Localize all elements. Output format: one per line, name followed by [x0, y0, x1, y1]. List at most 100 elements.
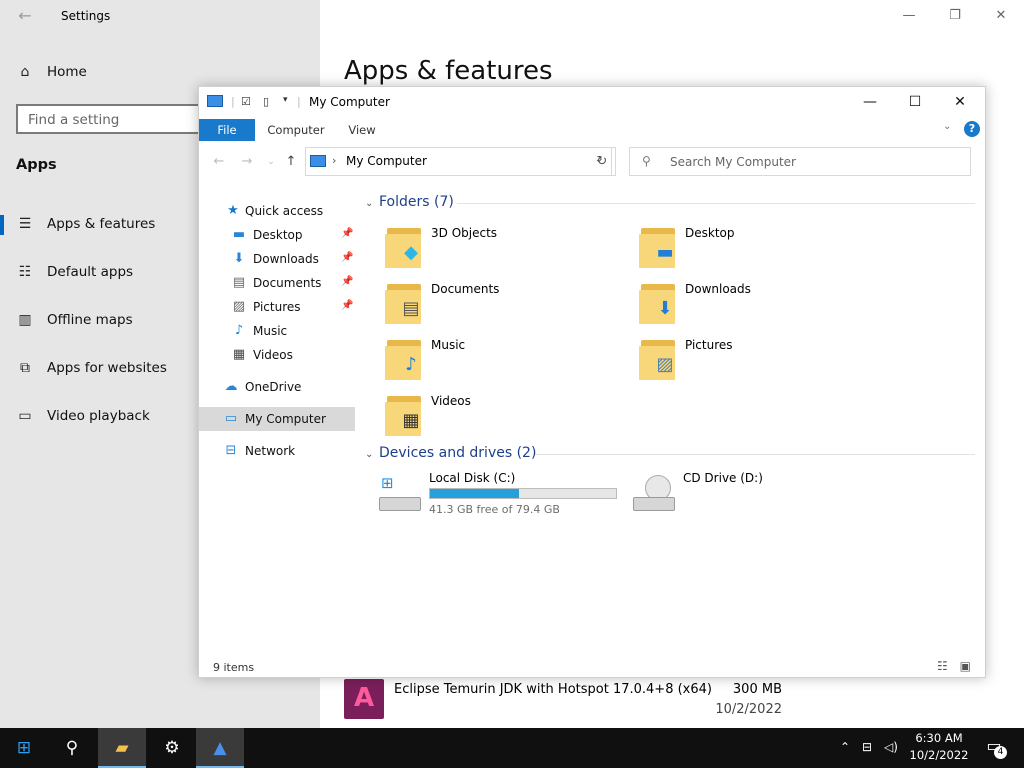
- home-label: Home: [47, 64, 87, 80]
- computer-icon: ▭: [224, 411, 238, 426]
- app-name: Eclipse Temurin JDK with Hotspot 17.0.4+…: [394, 682, 712, 697]
- expand-ribbon-chevron-icon[interactable]: ⌄: [943, 121, 951, 132]
- document-icon: ▤: [232, 275, 246, 290]
- tab-file[interactable]: File: [199, 119, 255, 141]
- default-apps-icon: ☷: [18, 264, 32, 280]
- details-view-icon[interactable]: ☷: [937, 659, 948, 673]
- folder-videos[interactable]: ▦ Videos: [385, 392, 625, 444]
- nav-label: OneDrive: [245, 380, 302, 394]
- folder-desktop[interactable]: ▬ Desktop: [639, 224, 879, 276]
- tab-view[interactable]: View: [339, 119, 385, 141]
- properties-icon[interactable]: ☑: [241, 95, 251, 111]
- refresh-button[interactable]: ↻: [589, 147, 616, 176]
- nav-videos[interactable]: ▦ Videos: [199, 343, 355, 367]
- pin-icon[interactable]: 📌: [341, 300, 353, 311]
- nav-label: Documents: [253, 276, 322, 290]
- folder-label: Desktop: [685, 226, 735, 240]
- start-windows-icon[interactable]: ⊞: [0, 728, 48, 768]
- recent-locations-icon[interactable]: ⌄: [261, 151, 281, 173]
- nav-label: Quick access: [245, 204, 324, 218]
- large-icons-view-icon[interactable]: ▣: [960, 659, 971, 673]
- nav-label: Desktop: [253, 228, 303, 242]
- nav-pictures[interactable]: ▨ Pictures 📌: [199, 295, 355, 319]
- pin-icon[interactable]: 📌: [341, 252, 353, 263]
- nav-quick-access[interactable]: ★ Quick access: [199, 199, 355, 223]
- 3d-objects-folder-icon: ◆: [385, 224, 425, 270]
- breadcrumb-chevron-icon[interactable]: ›: [332, 154, 336, 167]
- drives-group-header[interactable]: ⌄ Devices and drives (2): [365, 445, 536, 461]
- maximize-button[interactable]: ☐: [892, 87, 938, 117]
- settings-gear-icon[interactable]: ⚙: [148, 728, 196, 768]
- help-icon[interactable]: ?: [964, 121, 980, 137]
- folder-label: Downloads: [685, 282, 751, 296]
- volume-icon[interactable]: ◁): [884, 740, 898, 754]
- new-folder-icon[interactable]: ▯: [263, 95, 269, 111]
- toolbar-separator: |: [297, 95, 301, 108]
- back-arrow-icon[interactable]: ←: [14, 5, 36, 27]
- search-icon[interactable]: ⚲: [48, 728, 96, 768]
- network-icon: ⊟: [225, 443, 237, 458]
- drive-usage-bar: [429, 488, 617, 499]
- drive-local-disk-c[interactable]: ⊞ Local Disk (C:) 41.3 GB free of 79.4 G…: [379, 471, 629, 523]
- folder-music[interactable]: ♪ Music: [385, 336, 625, 388]
- nav-my-computer[interactable]: ▭ My Computer: [199, 407, 355, 431]
- app-list-item[interactable]: A Eclipse Temurin JDK with Hotspot 17.0.…: [344, 678, 784, 720]
- chevron-down-icon: ⌄: [365, 449, 374, 460]
- network-icon[interactable]: ⊟: [862, 740, 872, 754]
- close-button[interactable]: ✕: [978, 0, 1024, 32]
- app-sail-icon[interactable]: ▲: [196, 728, 244, 768]
- ribbon-tabs: File Computer View: [199, 119, 985, 141]
- clock-date[interactable]: 10/2/2022: [904, 748, 974, 762]
- computer-icon: [207, 95, 223, 107]
- close-button[interactable]: ✕: [937, 87, 983, 117]
- nav-music[interactable]: ♪ Music: [199, 319, 355, 343]
- chevron-up-icon[interactable]: ⌃: [840, 740, 850, 754]
- back-button[interactable]: ←: [209, 151, 229, 173]
- restore-button[interactable]: ❐: [932, 0, 978, 32]
- clock-time[interactable]: 6:30 AM: [904, 731, 974, 745]
- folder-pictures[interactable]: ▨ Pictures: [639, 336, 879, 388]
- file-explorer-folder-icon[interactable]: ▰: [98, 728, 146, 768]
- drive-cd-d[interactable]: CD Drive (D:): [633, 471, 883, 523]
- folder-documents[interactable]: ▤ Documents: [385, 280, 625, 332]
- pictures-icon: ▨: [232, 299, 246, 314]
- section-heading: Apps: [16, 157, 57, 173]
- windows-drive-icon: ⊞: [379, 475, 423, 515]
- customize-toolbar-icon[interactable]: ▾: [283, 95, 288, 111]
- nav-network[interactable]: ⊟ Network: [199, 439, 355, 463]
- up-button[interactable]: ↑: [281, 151, 301, 173]
- nav-label: My Computer: [245, 412, 326, 426]
- folders-group-header[interactable]: ⌄ Folders (7): [365, 194, 454, 210]
- minimize-button[interactable]: —: [886, 0, 932, 32]
- folder-downloads[interactable]: ⬇ Downloads: [639, 280, 879, 332]
- music-icon: ♪: [234, 323, 244, 338]
- window-title: My Computer: [309, 95, 390, 109]
- cd-drive-icon: [633, 475, 677, 515]
- film-icon: ▦: [232, 347, 246, 362]
- nav-label: Music: [253, 324, 288, 338]
- nav-desktop[interactable]: ▬ Desktop 📌: [199, 223, 355, 247]
- app-size: 300 MB: [732, 682, 782, 697]
- address-bar[interactable]: › My Computer ⌄: [305, 147, 612, 176]
- group-title: Devices and drives (2): [379, 445, 537, 461]
- nav-onedrive[interactable]: ☁ OneDrive: [199, 375, 355, 399]
- notification-badge: 4: [994, 746, 1007, 759]
- minimize-button[interactable]: —: [847, 87, 893, 117]
- folder-3d-objects[interactable]: ◆ 3D Objects: [385, 224, 625, 276]
- nav-downloads[interactable]: ⬇ Downloads 📌: [199, 247, 355, 271]
- folder-label: Videos: [431, 394, 471, 408]
- settings-title: Settings: [61, 9, 111, 23]
- tab-computer[interactable]: Computer: [261, 119, 331, 141]
- download-icon: ⬇: [233, 251, 245, 266]
- address-text: My Computer: [346, 154, 427, 168]
- search-placeholder: Search My Computer: [670, 155, 796, 169]
- pin-icon[interactable]: 📌: [341, 228, 353, 239]
- search-input[interactable]: ⚲ Search My Computer: [629, 147, 971, 176]
- page-title: Apps & features: [344, 56, 553, 86]
- drive-label: Local Disk (C:): [429, 471, 516, 485]
- nav-documents[interactable]: ▤ Documents 📌: [199, 271, 355, 295]
- pin-icon[interactable]: 📌: [341, 276, 353, 287]
- forward-button[interactable]: →: [237, 151, 257, 173]
- app-date: 10/2/2022: [715, 702, 782, 717]
- notifications-icon[interactable]: ▭ 4: [982, 736, 1007, 759]
